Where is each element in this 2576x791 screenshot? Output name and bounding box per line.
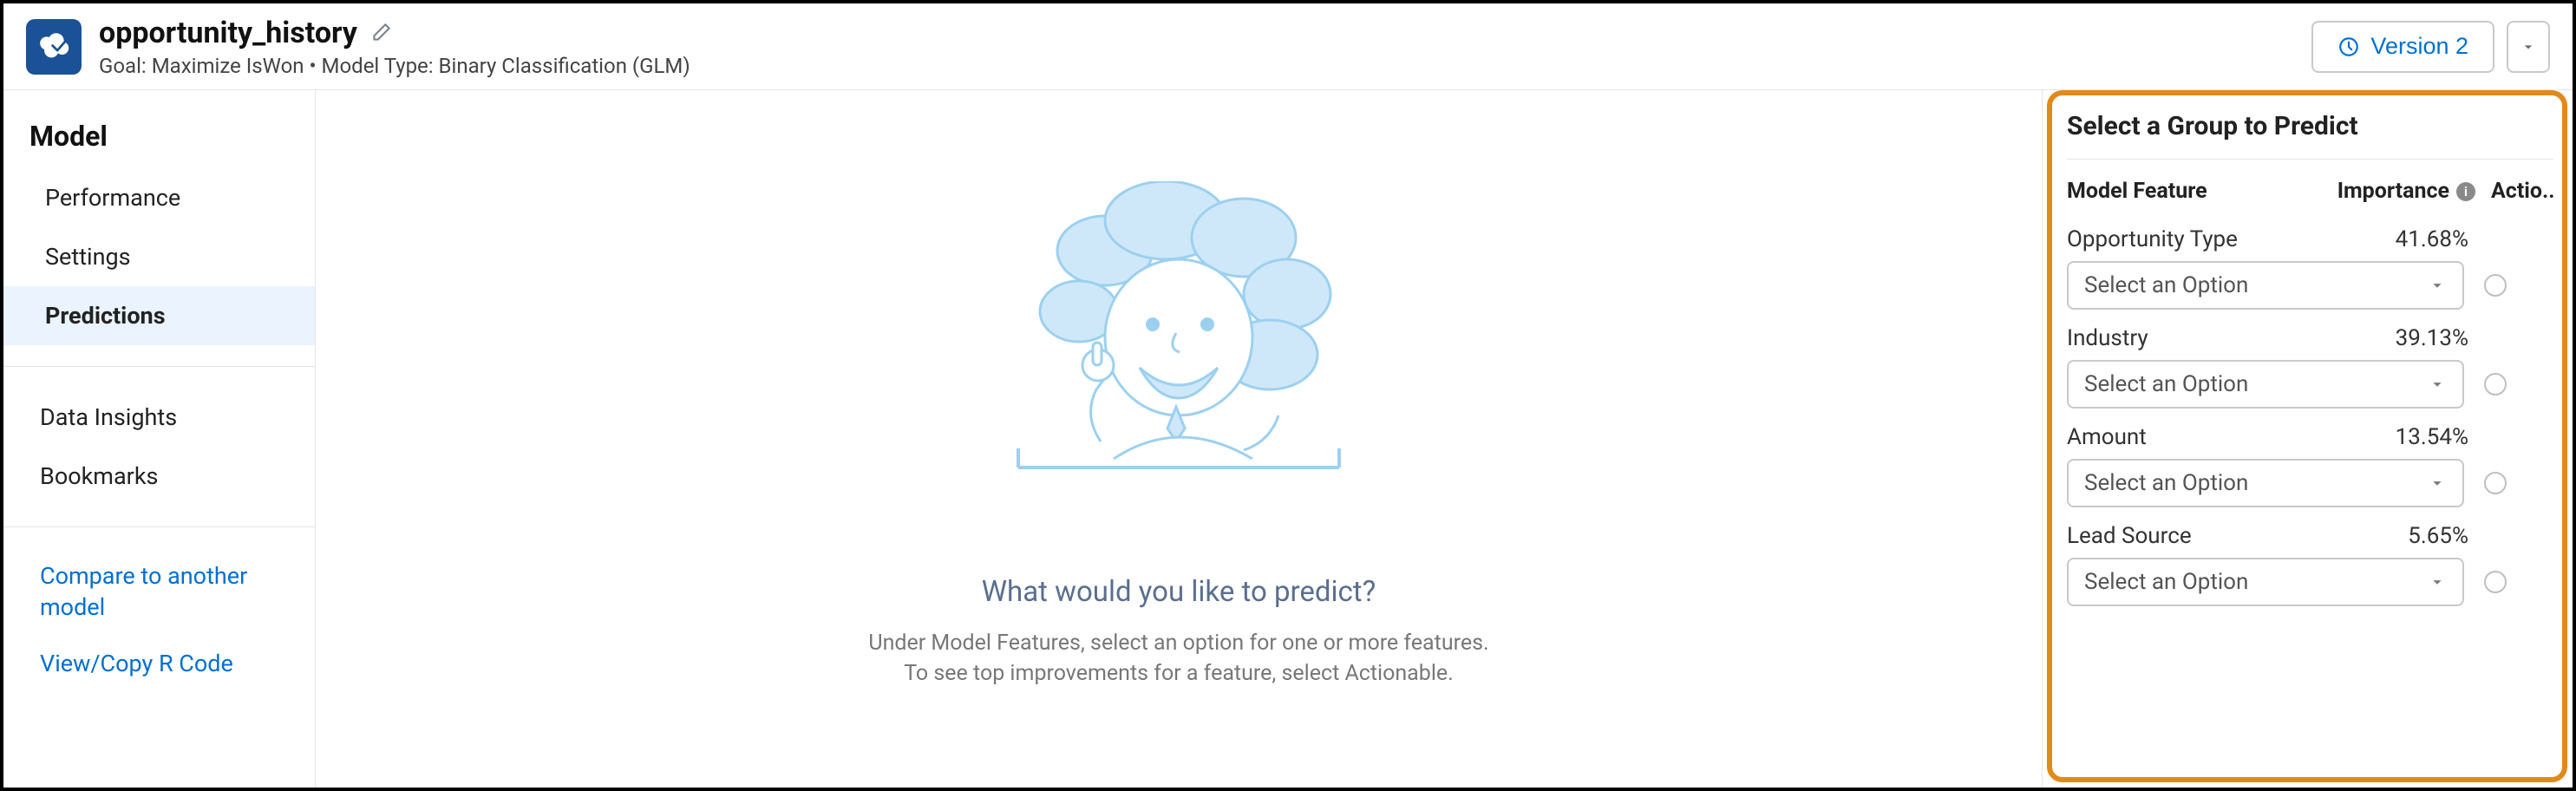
header-more-button[interactable] [2507,21,2550,73]
prompt-subtitle: Under Model Features, select an option f… [868,628,1488,689]
sidebar-item-predictions[interactable]: Predictions [3,286,315,345]
actionable-radio[interactable] [2484,274,2507,297]
col-header-action: Actio... [2491,179,2553,204]
feature-row: Lead Source 5.65% Select an Option [2067,507,2553,606]
sidebar-item-bookmarks[interactable]: Bookmarks [3,447,315,506]
actionable-radio[interactable] [2484,571,2507,593]
center-panel: What would you like to predict? Under Mo… [316,90,2042,788]
feature-importance: 5.65% [2408,523,2468,549]
col-header-feature: Model Feature [2067,179,2337,204]
sidebar-link-compare[interactable]: Compare to another model [3,548,315,636]
title-block: opportunity_history Goal: Maximize IsWon… [99,16,690,78]
actionable-radio[interactable] [2484,373,2507,396]
feature-name: Industry [2067,325,2396,351]
page-subtitle: Goal: Maximize IsWon • Model Type: Binar… [99,54,690,78]
col-header-importance: Importance [2337,179,2449,204]
page-title: opportunity_history [99,16,357,50]
sidebar: Model Performance Settings Predictions D… [3,90,316,788]
sidebar-item-settings[interactable]: Settings [3,227,315,286]
app-header: opportunity_history Goal: Maximize IsWon… [3,3,2573,90]
feature-name: Lead Source [2067,523,2408,549]
actionable-radio[interactable] [2484,472,2507,494]
feature-name: Amount [2067,424,2396,450]
chevron-down-icon [2428,474,2447,493]
version-label: Version 2 [2370,33,2468,60]
version-button[interactable]: Version 2 [2311,21,2494,73]
predict-panel-title: Select a Group to Predict [2067,106,2553,160]
einstein-illustration [984,181,1374,532]
sidebar-item-data-insights[interactable]: Data Insights [3,388,315,447]
feature-select[interactable]: Select an Option [2067,558,2464,606]
feature-importance: 13.54% [2396,424,2468,450]
feature-select[interactable]: Select an Option [2067,459,2464,507]
chevron-down-icon [2428,276,2447,295]
feature-name: Opportunity Type [2067,226,2396,252]
feature-importance: 41.68% [2396,226,2468,252]
info-icon[interactable]: i [2456,182,2475,201]
sidebar-item-performance[interactable]: Performance [3,168,315,227]
feature-row: Opportunity Type 41.68% Select an Option [2067,211,2553,310]
feature-row: Industry 39.13% Select an Option [2067,310,2553,409]
sidebar-link-r-code[interactable]: View/Copy R Code [3,636,315,691]
chevron-down-icon [2428,375,2447,394]
feature-select[interactable]: Select an Option [2067,261,2464,310]
feature-row: Amount 13.54% Select an Option [2067,409,2553,507]
prompt-title: What would you like to predict? [982,575,1376,609]
predict-panel: Select a Group to Predict Model Feature … [2042,90,2573,788]
feature-select[interactable]: Select an Option [2067,360,2464,409]
edit-icon[interactable] [369,22,392,44]
feature-importance: 39.13% [2396,325,2468,351]
app-icon [26,19,82,75]
chevron-down-icon [2428,572,2447,592]
sidebar-section-title: Model [3,111,315,168]
